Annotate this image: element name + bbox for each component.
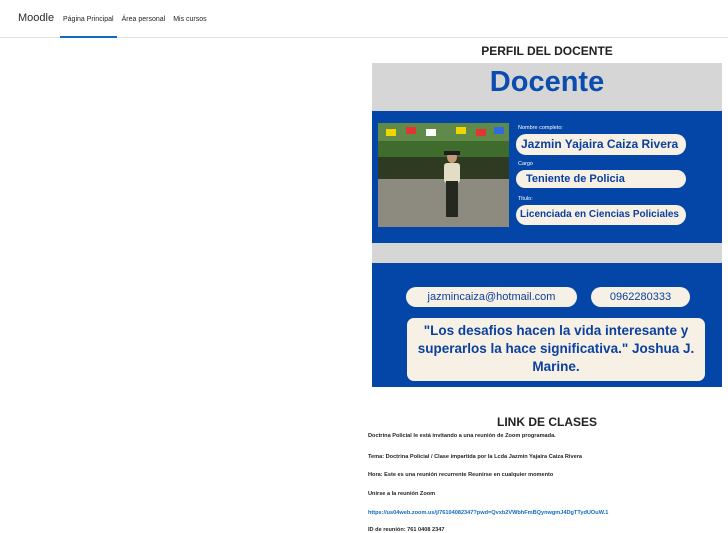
profile-section-title: PERFIL DEL DOCENTE <box>481 44 613 58</box>
teacher-degree: Licenciada en Ciencias Policiales <box>516 205 686 225</box>
class-links-title: LINK DE CLASES <box>496 415 597 429</box>
zoom-time-text: Hora: Este es una reunión recurrente Reu… <box>368 472 554 478</box>
teacher-email: jazmincaiza@hotmail.com <box>406 287 577 307</box>
cargo-label: Cargo <box>518 161 533 167</box>
teacher-name: Jazmin Yajaira Caiza Rivera <box>516 134 686 155</box>
nav-dashboard[interactable]: Área personal <box>119 0 169 38</box>
zoom-topic-text: Tema: Doctrina Policial / Clase impartid… <box>368 454 582 460</box>
teacher-rank: Teniente de Policia <box>516 170 686 188</box>
card-divider-band <box>372 243 722 263</box>
teacher-profile-card: Docente Nombre completo: Jazmin Yajaira … <box>372 63 722 387</box>
zoom-meeting-link[interactable]: https://us04web.zoom.us/j/76104082347?pw… <box>368 510 608 516</box>
teacher-photo <box>378 123 509 227</box>
motivational-quote: "Los desafios hacen la vida interesante … <box>407 318 705 381</box>
nav-home[interactable]: Página Principal <box>60 0 117 38</box>
site-brand[interactable]: Moodle <box>18 12 54 24</box>
titulo-label: Titulo: <box>518 196 533 202</box>
name-label: Nombre completo: <box>518 125 563 131</box>
top-navbar: Moodle Página Principal Área personal Mi… <box>0 0 728 38</box>
card-heading: Docente <box>489 66 605 98</box>
zoom-meeting-id: ID de reunión: 761 0408 2347 <box>368 527 445 533</box>
zoom-join-text: Unirse a la reunión Zoom <box>368 491 436 497</box>
primary-nav: Página Principal Área personal Mis curso… <box>60 0 212 38</box>
teacher-phone: 0962280333 <box>591 287 690 307</box>
nav-my-courses[interactable]: Mis cursos <box>170 0 209 38</box>
zoom-invite-text: Doctrina Policial le está invitando a un… <box>368 433 556 439</box>
